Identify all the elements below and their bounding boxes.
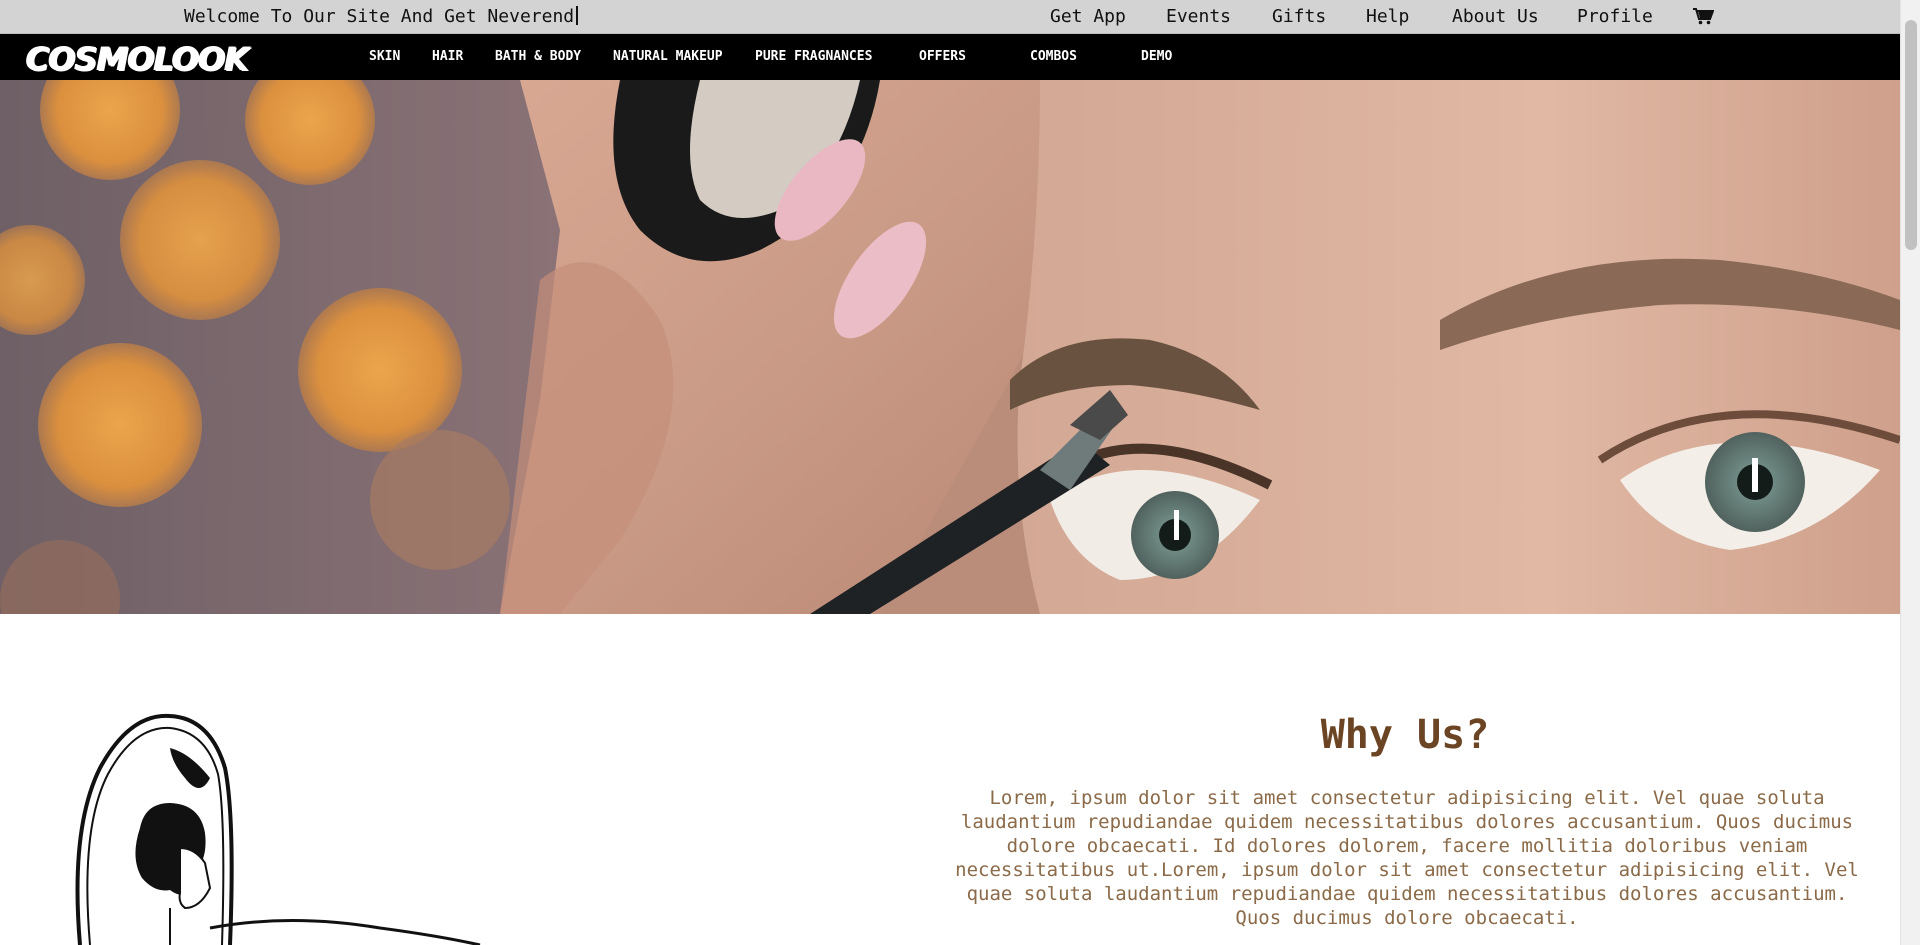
page-scrollbar[interactable] xyxy=(1900,0,1920,945)
profile-link[interactable]: Profile xyxy=(1577,6,1653,27)
get-app-link[interactable]: Get App xyxy=(1050,6,1126,27)
top-utility-bar: Welcome To Our Site And Get Neverend Get… xyxy=(0,0,1900,34)
mirror-lady-illustration xyxy=(75,713,481,945)
gifts-link[interactable]: Gifts xyxy=(1272,6,1326,27)
main-navbar: COSMOLOOK SKIN HAIR BATH & BODY NATURAL … xyxy=(0,34,1900,80)
site-logo[interactable]: COSMOLOOK xyxy=(26,40,249,78)
cart-icon[interactable] xyxy=(1692,7,1714,25)
hero-banner xyxy=(0,80,1900,614)
nav-demo[interactable]: DEMO xyxy=(1141,49,1172,64)
events-link[interactable]: Events xyxy=(1166,6,1231,27)
nav-combos[interactable]: COMBOS xyxy=(1030,49,1077,64)
about-us-link[interactable]: About Us xyxy=(1452,6,1539,27)
nav-natural-makeup[interactable]: NATURAL MAKEUP xyxy=(613,49,723,64)
scrollbar-thumb[interactable] xyxy=(1905,20,1917,250)
nav-bath-body[interactable]: BATH & BODY xyxy=(495,49,581,64)
nav-offers[interactable]: OFFERS xyxy=(919,49,966,64)
hero-image xyxy=(0,80,1900,614)
help-link[interactable]: Help xyxy=(1366,6,1409,27)
nav-skin[interactable]: SKIN xyxy=(369,49,400,64)
why-us-heading: Why Us? xyxy=(1320,712,1490,758)
nav-pure-fragnances[interactable]: PURE FRAGNANCES xyxy=(755,49,872,64)
nav-hair[interactable]: HAIR xyxy=(432,49,463,64)
top-links: Get App Events Gifts Help About Us Profi… xyxy=(0,6,1900,28)
why-us-text: Lorem, ipsum dolor sit amet consectetur … xyxy=(955,787,1859,929)
